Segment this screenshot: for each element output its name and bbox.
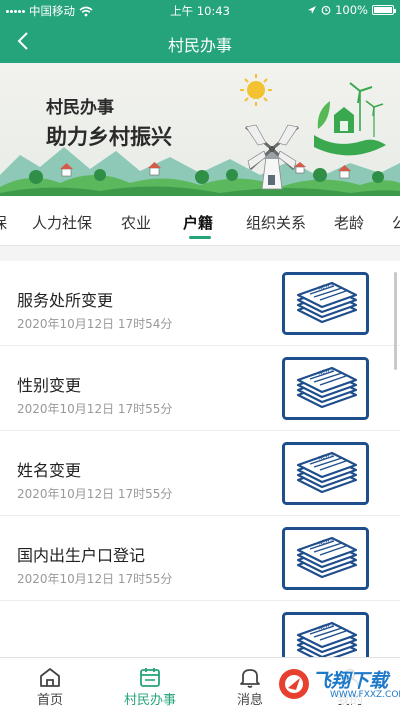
navigation-bar: 村民办事 — [0, 20, 400, 63]
home-icon — [40, 668, 60, 687]
tab-elderly[interactable]: 老龄 — [334, 212, 364, 233]
list-item[interactable]: 国内出生户口登记 2020年10月12日 17时55分 — [0, 516, 400, 601]
item-title: 国内出生户口登记 — [17, 546, 146, 565]
item-date: 2020年10月12日 17时55分 — [17, 572, 173, 586]
tab-household-registration[interactable]: 户籍 — [183, 212, 213, 233]
battery-percent: 100% — [335, 3, 368, 17]
news-thumbnail-icon — [282, 612, 369, 657]
sun-icon — [240, 74, 272, 106]
item-title: 性别变更 — [17, 376, 82, 395]
bottom-tab-home[interactable]: 首页 — [0, 658, 100, 711]
news-thumbnail-icon — [282, 357, 369, 420]
calendar-icon — [140, 668, 160, 687]
active-tab-indicator — [189, 236, 211, 239]
green-energy-icon — [314, 82, 386, 156]
item-title: 服务处所变更 — [17, 291, 114, 310]
list-item[interactable]: 姓名变更 2020年10月12日 17时55分 — [0, 431, 400, 516]
app-screen: 中国移动 上午 10:43 100% 村民办事 村民办事 助力乡村振兴 人力社保… — [0, 0, 400, 711]
tab-agriculture[interactable]: 农业 — [121, 212, 151, 233]
banner-slogan-line1: 村民办事 — [46, 98, 114, 118]
page-title: 村民办事 — [167, 36, 232, 55]
list-item[interactable]: 服务处所变更 2020年10月12日 17时54分 — [0, 261, 400, 346]
tab-partial-left[interactable]: 保 — [0, 212, 7, 233]
status-bar: 中国移动 上午 10:43 100% — [0, 0, 400, 20]
tab-partial-right[interactable]: 公 — [392, 212, 400, 233]
banner-image: 村民办事 助力乡村振兴 — [0, 63, 400, 196]
bottom-tab-label: 首页 — [36, 693, 63, 708]
battery-icon — [372, 5, 396, 15]
scrollbar[interactable] — [394, 272, 397, 370]
header: 中国移动 上午 10:43 100% 村民办事 — [0, 0, 400, 63]
bottom-tab-village-affairs[interactable]: 村民办事 — [100, 658, 200, 711]
item-date: 2020年10月12日 17时55分 — [17, 402, 173, 416]
news-thumbnail-icon — [282, 272, 369, 335]
bell-icon — [240, 669, 260, 688]
tab-organization[interactable]: 组织关系 — [246, 212, 306, 233]
item-date: 2020年10月12日 17时55分 — [17, 487, 173, 501]
location-icon — [308, 6, 317, 14]
watermark-text: 飞翔下载 — [312, 670, 389, 692]
list-item[interactable]: 性别变更 2020年10月12日 17时55分 — [0, 346, 400, 431]
category-tabs: 保 人力社保 农业 户籍 组织关系 老龄 公 — [0, 196, 400, 246]
news-thumbnail-icon — [282, 527, 369, 590]
list-item-partial[interactable] — [0, 601, 400, 657]
tab-social-security[interactable]: 人力社保 — [32, 212, 92, 233]
alarm-icon — [321, 5, 331, 15]
article-list: 服务处所变更 2020年10月12日 17时54分 性别变更 2020年10月1… — [0, 261, 400, 657]
item-title: 姓名变更 — [17, 461, 82, 480]
bottom-tab-label: 村民办事 — [123, 693, 176, 708]
banner-slogan-line2: 助力乡村振兴 — [46, 125, 172, 149]
news-thumbnail-icon — [282, 442, 369, 505]
watermark-url: WWW.FXXZ.COM — [330, 690, 400, 700]
item-date: 2020年10月12日 17时54分 — [17, 317, 173, 331]
